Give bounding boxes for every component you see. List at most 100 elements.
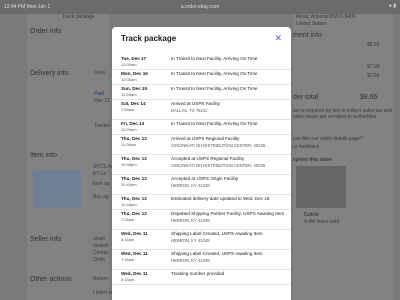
event-date: Thu, Dec 12: [121, 156, 147, 161]
dialog-title: Track package: [121, 34, 177, 43]
event-time: 12:00am: [121, 62, 137, 67]
explore-store-heading: xplore this store: [293, 157, 332, 163]
event-location: HEBRON, KY 41048: [171, 238, 210, 243]
tracking-event-row: Thu, Dec 12 10:46pm Estimated delivery dat…: [112, 195, 291, 210]
event-location: HEBRON, KY 41048: [171, 258, 210, 263]
event-time: 12:00am: [121, 77, 137, 82]
event-time: 7:54am: [121, 107, 135, 112]
event-location: DALLAS, TX 75211: [171, 108, 208, 113]
event-status: Arrived at USPS Facility: [171, 101, 221, 106]
seller-line-4: Onlin: [93, 257, 105, 263]
tracking-event-row: Thu, Dec 12 11:06pm Arrived at USPS Region…: [112, 135, 291, 155]
tracking-event-row: Mon, Dec 16 12:00am In Transit to Next Fac…: [112, 70, 291, 85]
order-info-heading: Order info: [30, 28, 62, 35]
shipping-country: United States: [296, 21, 327, 27]
tracking-event-row: Thu, Dec 12 7:26pm Departed Shipping Partn…: [112, 210, 291, 230]
event-time: 7:26pm: [121, 217, 135, 222]
item-title[interactable]: SPCS Ar: [93, 164, 113, 170]
store-name[interactable]: Cutrio: [304, 212, 319, 218]
item-specifics-link[interactable]: Item sp: [93, 181, 109, 187]
event-status: In Transit to Next Facility, Arriving On…: [171, 121, 258, 126]
tracking-event-row: Fri, Dec 13 12:00am In Transit to Next Fac…: [112, 120, 291, 135]
event-status: In Transit to Next Facility, Arriving On…: [171, 56, 258, 61]
tracking-event-row: Sun, Dec 15 12:00am In Transit to Next Fac…: [112, 85, 291, 100]
tracking-label: Trackin: [94, 123, 111, 129]
event-location: CINCINNATI OH DISTRIBUTION CENTER, 45235: [171, 163, 266, 168]
dialog-header: Track package ✕: [112, 27, 291, 51]
tracking-event-row: Tue, Dec 17 12:00am In Transit to Next Fac…: [112, 55, 291, 70]
event-time: 12:00am: [121, 127, 137, 132]
event-date: Thu, Dec 12: [121, 196, 147, 201]
buy-again-link[interactable]: Buy ag: [93, 194, 109, 200]
event-date: Wed, Dec 11: [121, 271, 148, 276]
track-package-dialog: Track package ✕ Tue, Dec 17 12:00am In Tra…: [112, 27, 291, 300]
tracking-event-list: Tue, Dec 17 12:00am In Transit to Next Fac…: [112, 55, 291, 285]
tracking-event-row: Wed, Dec 11 8:16pm Shipping Label Created,…: [112, 230, 291, 250]
event-status: Estimated delivery date updated to Wed, …: [171, 196, 270, 201]
store-items-sold: 4.4M items sold: [304, 219, 340, 225]
event-status: Accepted at USPS Origin Facility: [171, 176, 239, 181]
tracking-event-row: Thu, Dec 12 10:40pm Accepted at USPS Origi…: [112, 175, 291, 195]
payment-info-heading: ment info: [293, 32, 322, 39]
close-icon[interactable]: ✕: [274, 33, 282, 44]
tracking-event-row: Wed, Dec 11 5:43pm Tracking number provide…: [112, 270, 291, 285]
delivery-info-heading: Delivery info: [30, 70, 69, 77]
event-date: Thu, Dec 12: [121, 176, 147, 181]
event-status: Arrived at USPS Regional Facility: [171, 136, 240, 141]
event-location: HEBRON, KY 41048: [171, 183, 210, 188]
event-status: Shipping Label Created, USPS Awaiting It…: [171, 251, 263, 256]
event-location: CINCINNATI OH DISTRIBUTION CENTER, 45235: [171, 143, 266, 148]
event-time: 10:46pm: [121, 202, 137, 207]
feedback-question: you like our order details page?: [293, 136, 363, 142]
event-date: Sun, Dec 15: [121, 86, 148, 91]
ios-status-bar: 12:44 PM Mon Jan 1 a.order.ebay.com ● ▮: [0, 0, 400, 14]
shipping-cost: $7.99: [367, 64, 380, 70]
event-time: 10:06pm: [121, 162, 137, 167]
event-time: 12:00am: [121, 92, 137, 97]
event-date: Thu, Dec 12: [121, 211, 147, 216]
event-date: Sat, Dec 14: [121, 101, 146, 106]
tracking-event-row: Wed, Dec 11 7:16pm Shipping Label Created,…: [112, 250, 291, 270]
tax-amount: $0.66: [367, 73, 380, 79]
event-time: 11:06pm: [121, 142, 137, 147]
event-date: Tue, Dec 17: [121, 56, 147, 61]
battery-wifi-icon: ● ▮: [388, 3, 396, 9]
item-thumbnail[interactable]: [33, 170, 81, 208]
event-status: In Transit to Next Facility, Arriving On…: [171, 86, 258, 91]
seller-name[interactable]: stuan: [93, 236, 105, 242]
delivered-label: Deliv: [94, 70, 106, 76]
paid-label: Paid: [94, 91, 105, 97]
track-package-link[interactable]: Track package: [62, 14, 95, 20]
shipping-address: Mesa, Arizona 85201-5406: [296, 14, 356, 20]
event-location: HEBRON, KY 41048: [171, 218, 210, 223]
payment-subtotal: $8.65: [367, 42, 380, 48]
event-status: Departed Shipping Partner Facility, USPS…: [171, 211, 285, 216]
paid-date: Dec 11: [94, 98, 110, 104]
event-time: 8:16pm: [121, 237, 135, 242]
event-status: Shipping Label Created, USPS Awaiting It…: [171, 231, 263, 236]
feedback-link[interactable]: ur feedback: [293, 144, 319, 150]
event-date: Wed, Dec 11: [121, 231, 148, 236]
store-image[interactable]: [296, 166, 346, 208]
order-total-label: der total: [293, 94, 319, 101]
seller-line-3: Contac: [93, 250, 109, 256]
return-link[interactable]: Return: [93, 276, 108, 282]
order-total-value: $8.65: [360, 94, 378, 101]
tracking-event-row: Sat, Dec 14 7:54am Arrived at USPS Facilit…: [112, 100, 291, 120]
item-info-heading: Item info: [30, 152, 57, 159]
seller-info-heading: Seller info: [30, 236, 62, 243]
other-actions-heading: Other actions: [30, 276, 72, 283]
tracking-event-row: Thu, Dec 12 10:06pm Accepted at USPS Regio…: [112, 155, 291, 175]
event-date: Fri, Dec 13: [121, 121, 145, 126]
event-date: Thu, Dec 12: [121, 136, 147, 141]
address-bar-url[interactable]: a.order.ebay.com: [0, 4, 400, 10]
item-subtitle: lit? Lo: [93, 171, 107, 177]
seller-line-2: stuardi: [93, 243, 109, 249]
event-time: 5:43pm: [121, 277, 135, 282]
event-status: Accepted at USPS Regional Facility: [171, 156, 245, 161]
tax-note-2: sales taxes are remitted to authorities.: [293, 114, 378, 120]
not-received-link[interactable]: I didn't re: [93, 290, 113, 296]
event-status: Tracking number provided: [171, 271, 225, 276]
event-date: Wed, Dec 11: [121, 251, 148, 256]
event-time: 7:16pm: [121, 257, 135, 262]
